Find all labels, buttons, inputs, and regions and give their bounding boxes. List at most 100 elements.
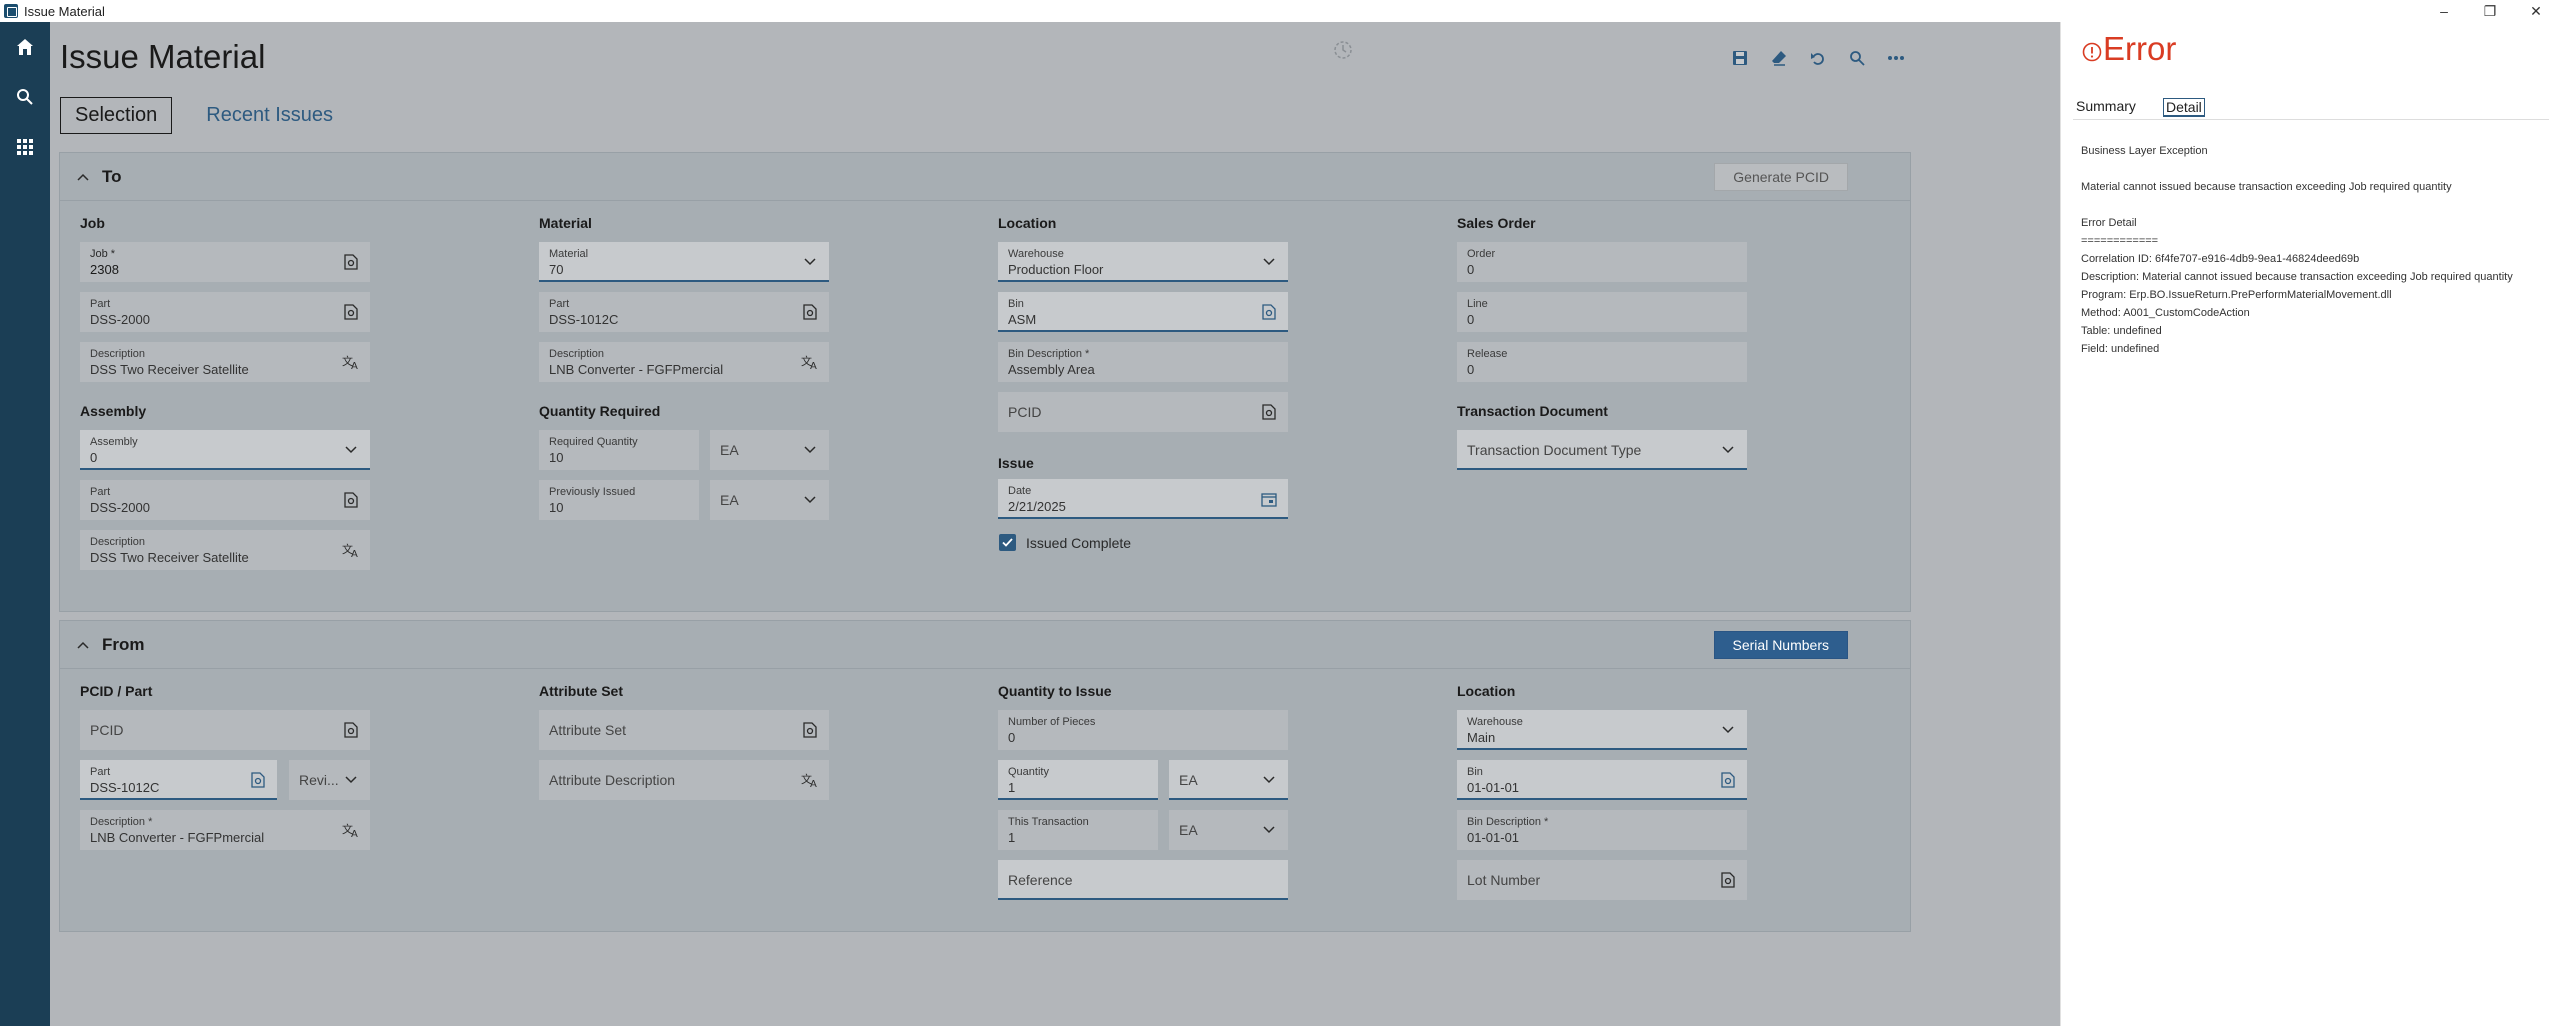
issue-date-field[interactable]: Date 2/21/2025 <box>998 479 1288 519</box>
material-field[interactable]: Material 70 <box>539 242 829 282</box>
assembly-field[interactable]: Assembly 0 <box>80 430 370 470</box>
previously-issued-field[interactable]: Previously Issued 10 <box>539 480 699 520</box>
material-part-field[interactable]: Part DSS-1012C <box>539 292 829 332</box>
required-uom-select[interactable]: EA <box>710 430 829 470</box>
from-part-field[interactable]: Part DSS-1012C <box>80 760 277 800</box>
revision-select[interactable]: Revi... <box>289 760 370 800</box>
to-pcid-field[interactable]: PCID <box>998 392 1288 432</box>
chevron-down-icon[interactable] <box>801 253 819 271</box>
to-bin-field[interactable]: Bin ASM <box>998 292 1288 332</box>
more-icon[interactable] <box>1876 48 1915 68</box>
transaction-document-type-select[interactable]: Transaction Document Type <box>1457 430 1747 470</box>
required-quantity-field[interactable]: Required Quantity 10 <box>539 430 699 470</box>
generate-pcid-button[interactable]: Generate PCID <box>1714 163 1848 191</box>
material-description-value: LNB Converter - FGFPmercial <box>549 362 724 377</box>
home-icon[interactable] <box>0 22 50 72</box>
from-bin-description-field[interactable]: Bin Description * 01-01-01 <box>1457 810 1747 850</box>
svg-text:A: A <box>810 779 817 788</box>
lookup-icon[interactable] <box>1719 871 1737 889</box>
chevron-down-icon[interactable] <box>1719 721 1737 739</box>
lookup-icon[interactable] <box>342 303 360 321</box>
lot-number-field[interactable]: Lot Number <box>1457 860 1747 900</box>
search-icon[interactable] <box>0 72 50 122</box>
lookup-icon[interactable] <box>249 771 267 789</box>
chevron-down-icon[interactable] <box>1719 441 1737 459</box>
main-area: Issue Material Selection Recent Issues T… <box>50 22 2060 1026</box>
tab-summary[interactable]: Summary <box>2076 98 2136 114</box>
lookup-icon[interactable] <box>801 721 819 739</box>
chevron-down-icon[interactable] <box>342 771 360 789</box>
lookup-icon[interactable] <box>1260 303 1278 321</box>
chevron-down-icon[interactable] <box>801 441 819 459</box>
chevron-down-icon[interactable] <box>1260 253 1278 271</box>
issued-complete-checkbox[interactable] <box>999 534 1016 551</box>
to-bin-label: Bin <box>1008 298 1024 310</box>
lookup-icon[interactable] <box>1719 771 1737 789</box>
order-label: Order <box>1467 248 1496 260</box>
from-description-label: Description * <box>90 816 153 828</box>
clear-icon[interactable] <box>1759 48 1798 68</box>
translate-icon[interactable]: 文A <box>342 541 360 559</box>
translate-icon[interactable]: 文A <box>801 771 819 789</box>
from-description-field[interactable]: Description * LNB Converter - FGFPmercia… <box>80 810 370 850</box>
assembly-part-field[interactable]: Part DSS-2000 <box>80 480 370 520</box>
attribute-description-field[interactable]: Attribute Description 文A <box>539 760 829 800</box>
lookup-icon[interactable] <box>1260 403 1278 421</box>
save-icon[interactable] <box>1720 48 1759 68</box>
tab-detail[interactable]: Detail <box>2163 98 2205 117</box>
translate-icon[interactable]: 文A <box>342 353 360 371</box>
release-field[interactable]: Release 0 <box>1457 342 1747 382</box>
this-transaction-field[interactable]: This Transaction 1 <box>998 810 1158 850</box>
quantity-field[interactable]: Quantity 1 <box>998 760 1158 800</box>
translate-icon[interactable]: 文A <box>801 353 819 371</box>
calendar-icon[interactable] <box>1260 490 1278 508</box>
history-icon[interactable] <box>1333 40 1353 65</box>
previously-issued-uom-select[interactable]: EA <box>710 480 829 520</box>
reference-field[interactable]: Reference <box>998 860 1288 900</box>
chevron-down-icon[interactable] <box>801 491 819 509</box>
this-transaction-uom-select[interactable]: EA <box>1169 810 1288 850</box>
lookup-icon[interactable] <box>342 491 360 509</box>
to-warehouse-select[interactable]: Warehouse Production Floor <box>998 242 1288 282</box>
assembly-description-field[interactable]: Description DSS Two Receiver Satellite 文… <box>80 530 370 570</box>
chevron-down-icon[interactable] <box>342 441 360 459</box>
lookup-icon[interactable] <box>342 253 360 271</box>
from-warehouse-label: Warehouse <box>1467 716 1523 728</box>
from-warehouse-select[interactable]: Warehouse Main <box>1457 710 1747 750</box>
undo-icon[interactable] <box>1798 48 1837 68</box>
chevron-up-icon[interactable] <box>74 636 92 654</box>
find-icon[interactable] <box>1837 48 1876 68</box>
chevron-down-icon[interactable] <box>1260 771 1278 789</box>
from-pcid-field[interactable]: PCID <box>80 710 370 750</box>
minimize-button[interactable]: – <box>2421 0 2467 22</box>
number-of-pieces-field[interactable]: Number of Pieces 0 <box>998 710 1288 750</box>
restore-button[interactable]: ❐ <box>2467 0 2513 22</box>
chevron-down-icon[interactable] <box>1260 821 1278 839</box>
job-field[interactable]: Job * 2308 <box>80 242 370 282</box>
order-field[interactable]: Order 0 <box>1457 242 1747 282</box>
this-transaction-uom-value: EA <box>1179 822 1198 838</box>
close-button[interactable]: ✕ <box>2513 0 2559 22</box>
attribute-set-field[interactable]: Attribute Set <box>539 710 829 750</box>
release-value: 0 <box>1467 362 1475 377</box>
apps-icon[interactable] <box>0 122 50 172</box>
translate-icon[interactable]: 文A <box>342 821 360 839</box>
to-bin-description-field[interactable]: Bin Description * Assembly Area <box>998 342 1288 382</box>
to-panel: To Generate PCID Job Job * 2308 Part DSS… <box>59 152 1911 612</box>
material-description-field[interactable]: Description LNB Converter - FGFPmercial … <box>539 342 829 382</box>
lookup-icon[interactable] <box>801 303 819 321</box>
tab-selection[interactable]: Selection <box>60 97 173 134</box>
tab-recent-issues[interactable]: Recent Issues <box>192 98 347 133</box>
quantity-uom-select[interactable]: EA <box>1169 760 1288 800</box>
from-bin-field[interactable]: Bin 01-01-01 <box>1457 760 1747 800</box>
from-part-value: DSS-1012C <box>90 780 160 795</box>
line-field[interactable]: Line 0 <box>1457 292 1747 332</box>
chevron-up-icon[interactable] <box>74 168 92 186</box>
serial-numbers-button[interactable]: Serial Numbers <box>1713 631 1848 659</box>
job-description-field[interactable]: Description DSS Two Receiver Satellite 文… <box>80 342 370 382</box>
error-line: Correlation ID: 6f4fe707-e916-4db9-9ea1-… <box>2081 253 2360 265</box>
lookup-icon[interactable] <box>342 721 360 739</box>
job-part-field[interactable]: Part DSS-2000 <box>80 292 370 332</box>
required-uom-value: EA <box>720 442 739 458</box>
assembly-section-label: Assembly <box>80 403 147 419</box>
